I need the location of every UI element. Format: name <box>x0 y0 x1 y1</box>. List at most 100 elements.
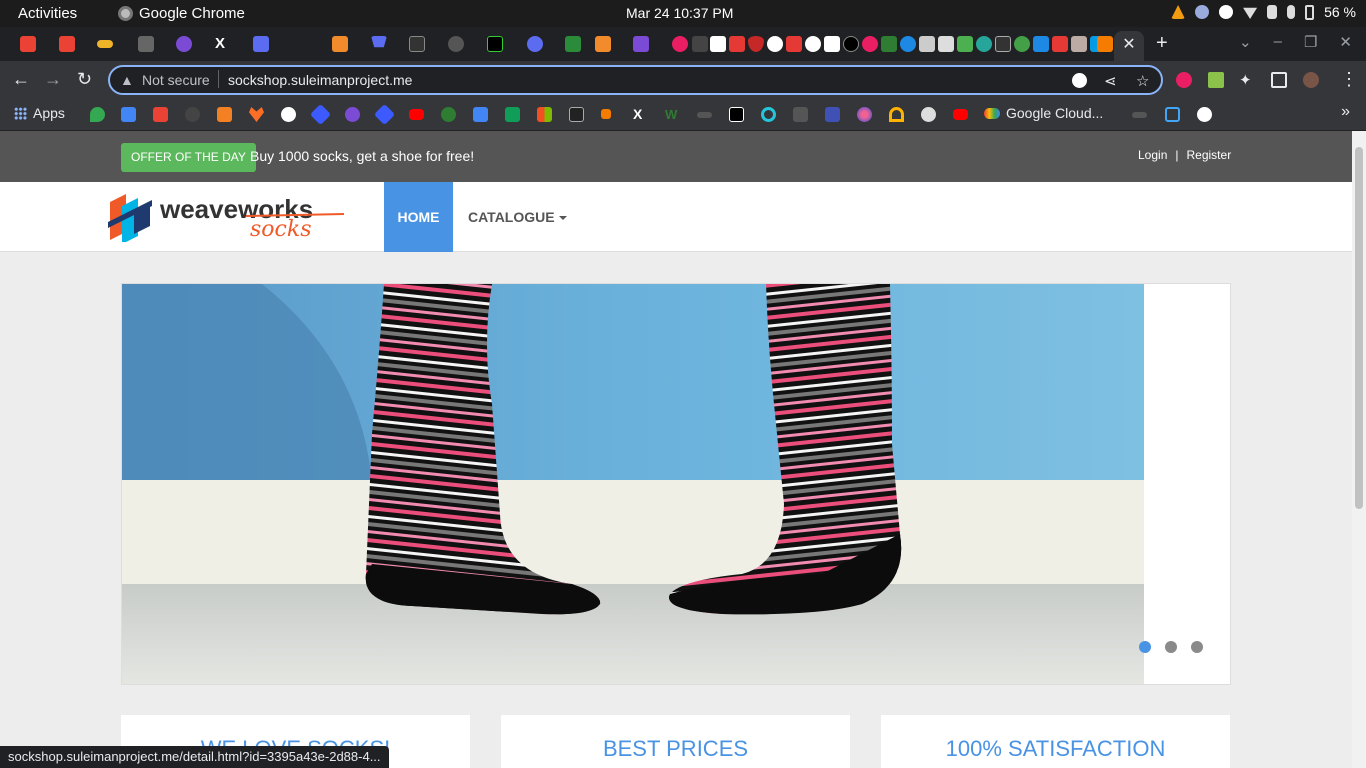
youtube-bookmark-icon[interactable] <box>409 109 424 120</box>
profile-avatar[interactable] <box>1303 72 1319 88</box>
close-window-button[interactable]: ✕ <box>1339 33 1352 51</box>
bookmark-folder-icon[interactable] <box>697 112 712 118</box>
google-cloud-bookmark[interactable]: Google Cloud... <box>984 105 1103 121</box>
zoho-tab-icon[interactable] <box>729 36 745 52</box>
tab-icon[interactable] <box>409 36 425 52</box>
minimize-button[interactable]: – <box>1274 33 1282 51</box>
carousel-dot-2[interactable] <box>1165 641 1177 653</box>
tab-icon[interactable] <box>957 36 973 52</box>
tab-icon[interactable] <box>176 36 192 52</box>
extension-icon[interactable] <box>1176 72 1192 88</box>
bookmark-icon[interactable] <box>857 107 872 122</box>
maps-bookmark-icon[interactable] <box>90 107 105 122</box>
tab-icon[interactable] <box>786 36 802 52</box>
bookmark-star-icon[interactable]: ☆ <box>1136 72 1149 90</box>
x-tab-icon[interactable]: X <box>215 36 231 52</box>
tab-icon[interactable] <box>900 36 916 52</box>
tab-icon[interactable] <box>976 36 992 52</box>
tab-icon[interactable] <box>692 36 708 52</box>
address-bar[interactable]: ▲ Not secure sockshop.suleimanproject.me… <box>108 65 1163 95</box>
security-label[interactable]: Not secure <box>142 72 210 88</box>
tab-icon[interactable] <box>595 36 611 52</box>
page-scrollbar[interactable] <box>1352 131 1366 768</box>
google-lens-icon[interactable] <box>1072 73 1087 88</box>
share-icon[interactable]: ⋖ <box>1104 72 1117 90</box>
tab-icon[interactable] <box>919 36 935 52</box>
bookmark-icon[interactable] <box>921 107 936 122</box>
docs-bookmark-icon[interactable] <box>473 107 488 122</box>
tab-icon[interactable] <box>487 36 503 52</box>
gmail-bookmark-icon[interactable] <box>153 107 168 122</box>
sheets-bookmark-icon[interactable] <box>505 107 520 122</box>
bookmark-icon[interactable] <box>761 107 776 122</box>
bookmark-folder-icon[interactable] <box>1132 112 1147 118</box>
puzzle-icon[interactable]: ✦ <box>1239 71 1252 89</box>
offer-of-the-day-button[interactable]: OFFER OF THE DAY <box>121 143 256 172</box>
tab-icon[interactable] <box>97 40 113 48</box>
tab-search-chevron-icon[interactable]: ⌄ <box>1239 33 1252 51</box>
bookmark-icon[interactable]: W <box>665 107 680 122</box>
bookmark-icon[interactable] <box>345 107 360 122</box>
vlc-icon[interactable] <box>1171 5 1186 19</box>
hero-carousel[interactable] <box>121 283 1231 685</box>
tab-icon[interactable] <box>1014 36 1030 52</box>
bookmark-icon[interactable] <box>441 107 456 122</box>
tab-icon[interactable] <box>1071 36 1087 52</box>
stackoverflow-bookmark-icon[interactable] <box>217 107 232 122</box>
menu-icon[interactable]: ⋮ <box>1340 69 1358 90</box>
tab-icon[interactable] <box>995 36 1011 52</box>
github-tab-icon[interactable] <box>448 36 464 52</box>
bookmark-icon[interactable] <box>1165 107 1180 122</box>
nav-catalogue[interactable]: CATALOGUE <box>468 182 567 252</box>
maximize-button[interactable]: ❐ <box>1304 33 1317 51</box>
bookmark-icon[interactable] <box>281 107 296 122</box>
tab-icon[interactable] <box>938 36 954 52</box>
login-link[interactable]: Login <box>1138 148 1167 162</box>
new-tab-button[interactable]: + <box>1156 32 1168 55</box>
tab-icon[interactable] <box>843 36 859 52</box>
x-bookmark-icon[interactable]: X <box>633 107 648 122</box>
bookmark-icon[interactable] <box>825 107 840 122</box>
more-bookmarks-icon[interactable]: » <box>1341 103 1350 121</box>
tab-icon[interactable] <box>332 36 348 52</box>
apps-bookmark[interactable]: Apps <box>14 105 65 121</box>
forward-button[interactable]: → <box>44 69 62 90</box>
tab-icon[interactable] <box>672 36 688 52</box>
register-link[interactable]: Register <box>1187 148 1232 162</box>
bookmark-icon[interactable] <box>1197 107 1212 122</box>
site-logo[interactable]: weaveworks socks <box>106 192 346 244</box>
url-text[interactable]: sockshop.suleimanproject.me <box>228 72 412 88</box>
tab-icon[interactable] <box>1097 36 1113 52</box>
tab-icon[interactable] <box>881 36 897 52</box>
tab-icon[interactable] <box>710 36 726 52</box>
bookmark-icon[interactable] <box>569 107 584 122</box>
activities-button[interactable]: Activities <box>18 5 77 22</box>
translate-bookmark-icon[interactable] <box>121 107 136 122</box>
tab-icon[interactable] <box>748 36 764 52</box>
download-extension-icon[interactable] <box>1208 72 1224 88</box>
clock[interactable]: Mar 24 10:37 PM <box>626 5 733 21</box>
tab-icon[interactable] <box>565 36 581 52</box>
reload-button[interactable]: ↻ <box>77 69 92 90</box>
tab-icon[interactable] <box>767 36 783 52</box>
bookmark-icon[interactable] <box>889 107 904 122</box>
bookmark-icon[interactable] <box>729 107 744 122</box>
tab-icon[interactable] <box>633 36 649 52</box>
bookmark-icon[interactable] <box>793 107 808 122</box>
app-menu[interactable]: Google Chrome <box>118 5 245 22</box>
bookmark-icon[interactable] <box>309 103 332 126</box>
tab-icon[interactable] <box>527 36 543 52</box>
bookmark-icon[interactable] <box>601 109 611 119</box>
slack-icon[interactable] <box>1195 5 1210 19</box>
gmail-tab-icon[interactable] <box>59 36 75 52</box>
carousel-dot-3[interactable] <box>1191 641 1203 653</box>
tab-icon[interactable] <box>824 36 840 52</box>
system-tray[interactable]: 56 % <box>1171 4 1356 20</box>
tab-icon[interactable] <box>253 36 269 52</box>
nav-home[interactable]: HOME <box>384 182 453 252</box>
scrollbar-thumb[interactable] <box>1355 147 1363 509</box>
tab-icon[interactable] <box>1052 36 1068 52</box>
back-button[interactable]: ← <box>12 69 30 90</box>
tab-icon[interactable] <box>138 36 154 52</box>
carousel-dot-1[interactable] <box>1139 641 1151 653</box>
